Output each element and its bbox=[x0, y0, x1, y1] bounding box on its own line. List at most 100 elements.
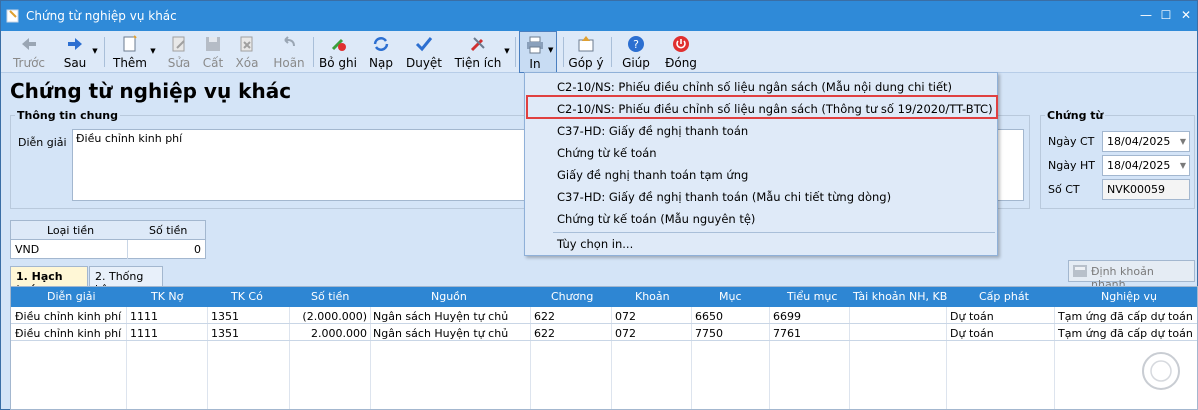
col-credit-account[interactable]: TK Có bbox=[231, 290, 263, 303]
chevron-down-icon[interactable]: ▼ bbox=[1180, 137, 1186, 146]
quick-entry-button[interactable]: Định khoản nhanh bbox=[1068, 260, 1195, 291]
delete-button[interactable]: Xóa bbox=[231, 33, 263, 71]
cell-subsection[interactable]: 6699 bbox=[773, 310, 801, 323]
print-button[interactable]: In ▼ bbox=[519, 31, 557, 73]
cell-section[interactable]: 7750 bbox=[695, 327, 723, 340]
help-icon: ? bbox=[628, 36, 644, 52]
date-ht-field[interactable]: 18/04/2025 ▼ bbox=[1102, 155, 1190, 176]
approve-button[interactable]: Duyệt bbox=[403, 33, 445, 71]
description-field[interactable]: Điều chỉnh kinh phí bbox=[72, 129, 527, 201]
cell-amount[interactable]: (2.000.000) bbox=[302, 310, 367, 323]
calculator-icon bbox=[1073, 265, 1087, 277]
date-ct-field[interactable]: 18/04/2025 ▼ bbox=[1102, 131, 1190, 152]
col-debit-account[interactable]: TK Nợ bbox=[151, 290, 183, 303]
cell-item[interactable]: 072 bbox=[615, 310, 636, 323]
close-button[interactable]: Đóng bbox=[661, 33, 701, 71]
cell-description[interactable]: Điều chỉnh kinh phí bbox=[15, 327, 121, 340]
title-bar: Chứng từ nghiệp vụ khác — ☐ ✕ bbox=[1, 1, 1197, 31]
undo-button[interactable]: Hoãn bbox=[269, 33, 309, 71]
toolbar-separator bbox=[515, 37, 516, 67]
utilities-button[interactable]: Tiện ích bbox=[453, 33, 503, 71]
cell-debit-account[interactable]: 1111 bbox=[130, 310, 158, 323]
menu-item-print-options[interactable]: Tùy chọn in... bbox=[557, 237, 633, 251]
unpost-button[interactable]: Bỏ ghi bbox=[317, 33, 359, 71]
accounting-grid: Diễn giải TK Nợ TK Có Số tiền Nguồn Chươ… bbox=[10, 286, 1198, 410]
cell-chapter[interactable]: 622 bbox=[534, 310, 555, 323]
utilities-dropdown-icon[interactable]: ▼ bbox=[503, 47, 511, 85]
save-icon bbox=[206, 37, 220, 51]
reload-button[interactable]: Nạp bbox=[363, 33, 399, 71]
cell-allocation[interactable]: Dự toán bbox=[950, 327, 994, 340]
table-row[interactable]: Điều chỉnh kinh phí 1111 1351 (2.000.000… bbox=[11, 308, 1197, 324]
tab-accounting[interactable]: 1. Hạch toán bbox=[10, 266, 88, 296]
menu-item-accounting-voucher[interactable]: Chứng từ kế toán bbox=[557, 146, 657, 160]
next-button[interactable]: Sau bbox=[57, 33, 93, 71]
col-item[interactable]: Khoản bbox=[635, 290, 670, 303]
toolbar: Trước Sau ▼ Thêm ▼ Sửa Cất Xóa Hoãn Bỏ g… bbox=[1, 31, 1197, 73]
prev-button[interactable]: Trước bbox=[7, 33, 51, 71]
toolbar-separator bbox=[104, 37, 105, 67]
menu-item-c37-hd[interactable]: C37-HD: Giấy đề nghị thanh toán bbox=[557, 124, 748, 138]
cell-subsection[interactable]: 7761 bbox=[773, 327, 801, 340]
toolbar-separator bbox=[313, 37, 314, 67]
currency-table: Loại tiền Số tiền VND 0 bbox=[10, 220, 206, 259]
next-label: Sau bbox=[63, 56, 87, 70]
cell-source[interactable]: Ngân sách Huyện tự chủ bbox=[373, 327, 508, 340]
undo-label: Hoãn bbox=[273, 56, 305, 70]
currency-row[interactable]: VND 0 bbox=[11, 240, 205, 259]
power-icon bbox=[673, 36, 689, 52]
col-allocation[interactable]: Cấp phát bbox=[979, 290, 1029, 303]
menu-item-advance-payment[interactable]: Giấy đề nghị thanh toán tạm ứng bbox=[557, 168, 748, 182]
feedback-button[interactable]: Góp ý bbox=[567, 33, 605, 71]
menu-item-accounting-voucher-currency[interactable]: Chứng từ kế toán (Mẫu nguyên tệ) bbox=[557, 212, 755, 226]
cell-debit-account[interactable]: 1111 bbox=[130, 327, 158, 340]
col-description[interactable]: Diễn giải bbox=[47, 290, 96, 303]
cell-divider bbox=[127, 240, 128, 259]
menu-item-c37-hd-line-detail[interactable]: C37-HD: Giấy đề nghị thanh toán (Mẫu chi… bbox=[557, 190, 891, 204]
cell-credit-account[interactable]: 1351 bbox=[211, 310, 239, 323]
date-ht-value: 18/04/2025 bbox=[1107, 159, 1171, 172]
cell-source[interactable]: Ngân sách Huyện tự chủ bbox=[373, 310, 508, 323]
approve-label: Duyệt bbox=[405, 56, 443, 70]
close-window-button[interactable]: ✕ bbox=[1177, 7, 1195, 23]
save-label: Cất bbox=[202, 56, 224, 70]
cell-section[interactable]: 6650 bbox=[695, 310, 723, 323]
number-field[interactable]: NVK00059 bbox=[1102, 179, 1190, 200]
cell-credit-account[interactable]: 1351 bbox=[211, 327, 239, 340]
print-dropdown-icon[interactable]: ▼ bbox=[548, 46, 553, 54]
col-source[interactable]: Nguồn bbox=[431, 290, 467, 303]
add-button[interactable]: Thêm bbox=[109, 33, 151, 71]
edit-button[interactable]: Sửa bbox=[163, 33, 195, 71]
col-bank-account[interactable]: Tài khoản NH, KB bbox=[853, 290, 947, 303]
col-subsection[interactable]: Tiểu mục bbox=[787, 290, 837, 303]
save-button[interactable]: Cất bbox=[197, 33, 229, 71]
amount-cell[interactable]: 0 bbox=[194, 243, 201, 256]
tab-statistics[interactable]: 2. Thống kê bbox=[89, 266, 163, 296]
table-row[interactable]: Điều chỉnh kinh phí 1111 1351 2.000.000 … bbox=[11, 325, 1197, 341]
description-field-tail[interactable] bbox=[998, 129, 1024, 201]
cell-description[interactable]: Điều chỉnh kinh phí bbox=[15, 310, 121, 323]
feedback-label: Góp ý bbox=[568, 56, 604, 70]
col-chapter[interactable]: Chương bbox=[551, 290, 593, 303]
cell-allocation[interactable]: Dự toán bbox=[950, 310, 994, 323]
col-operation[interactable]: Nghiệp vụ bbox=[1101, 290, 1157, 303]
cell-item[interactable]: 072 bbox=[615, 327, 636, 340]
check-icon bbox=[415, 37, 433, 52]
chevron-down-icon[interactable]: ▼ bbox=[1180, 161, 1186, 170]
menu-item-c2-10-detail[interactable]: C2-10/NS: Phiếu điều chỉnh số liệu ngân … bbox=[557, 80, 952, 94]
currency-type-cell[interactable]: VND bbox=[15, 243, 39, 256]
col-section[interactable]: Mục bbox=[719, 290, 742, 303]
cell-chapter[interactable]: 622 bbox=[534, 327, 555, 340]
date-ht-label: Ngày HT bbox=[1048, 159, 1095, 172]
minimize-button[interactable]: — bbox=[1137, 7, 1155, 23]
cell-operation[interactable]: Tạm ứng đã cấp dự toán bbox=[1058, 327, 1193, 340]
help-button[interactable]: ? Giúp bbox=[619, 33, 653, 71]
cell-amount[interactable]: 2.000.000 bbox=[311, 327, 367, 340]
maximize-button[interactable]: ☐ bbox=[1157, 7, 1175, 23]
col-amount[interactable]: Số tiền bbox=[311, 290, 349, 303]
cell-operation[interactable]: Tạm ứng đã cấp dự toán bbox=[1058, 310, 1193, 323]
voucher-title: Chứng từ bbox=[1045, 109, 1106, 122]
date-ct-value: 18/04/2025 bbox=[1107, 135, 1171, 148]
grid-header: Diễn giải TK Nợ TK Có Số tiền Nguồn Chươ… bbox=[11, 287, 1197, 307]
general-info-title: Thông tin chung bbox=[15, 109, 121, 122]
